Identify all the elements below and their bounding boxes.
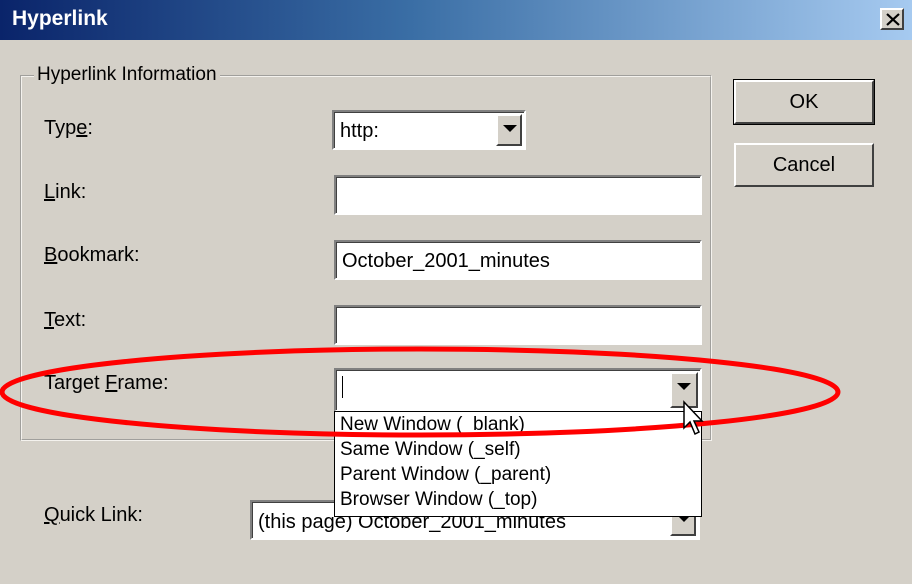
hyperlink-dialog: Hyperlink Hyperlink Information Type: ht… xyxy=(0,0,912,584)
group-legend: Hyperlink Information xyxy=(34,64,220,86)
target-frame-label: Target Frame: xyxy=(44,372,169,394)
target-frame-option[interactable]: Parent Window (_parent) xyxy=(340,464,551,486)
target-frame-combobox[interactable] xyxy=(334,368,702,412)
quick-link-label: Quick Link: xyxy=(44,504,143,526)
type-select[interactable]: http: xyxy=(332,110,526,150)
link-label: Link: xyxy=(44,181,87,203)
window-title: Hyperlink xyxy=(12,7,108,30)
link-input[interactable] xyxy=(334,175,702,215)
cancel-button[interactable]: Cancel xyxy=(734,143,874,187)
type-value: http: xyxy=(340,120,379,142)
mouse-pointer-icon xyxy=(683,400,704,436)
chevron-down-icon xyxy=(677,383,691,390)
target-frame-option[interactable]: Same Window (_self) xyxy=(340,439,521,461)
text-input[interactable] xyxy=(334,305,702,345)
text-label: Text: xyxy=(44,309,87,331)
chevron-down-icon xyxy=(503,125,517,132)
type-dropdown-button[interactable] xyxy=(496,114,522,146)
bookmark-label: Bookmark: xyxy=(44,244,140,266)
close-button[interactable] xyxy=(880,8,904,30)
bookmark-value: October_2001_minutes xyxy=(342,250,550,272)
type-label: Type: xyxy=(44,117,93,139)
target-frame-dropdown-list: New Window (_blank) Same Window (_self) … xyxy=(334,411,702,517)
target-frame-option[interactable]: New Window (_blank) xyxy=(340,414,525,436)
title-bar: Hyperlink xyxy=(0,0,912,40)
ok-button[interactable]: OK xyxy=(733,79,875,125)
close-icon xyxy=(886,13,900,26)
target-frame-option[interactable]: Browser Window (_top) xyxy=(340,489,537,511)
text-caret xyxy=(342,376,343,398)
bookmark-input[interactable]: October_2001_minutes xyxy=(334,240,702,280)
